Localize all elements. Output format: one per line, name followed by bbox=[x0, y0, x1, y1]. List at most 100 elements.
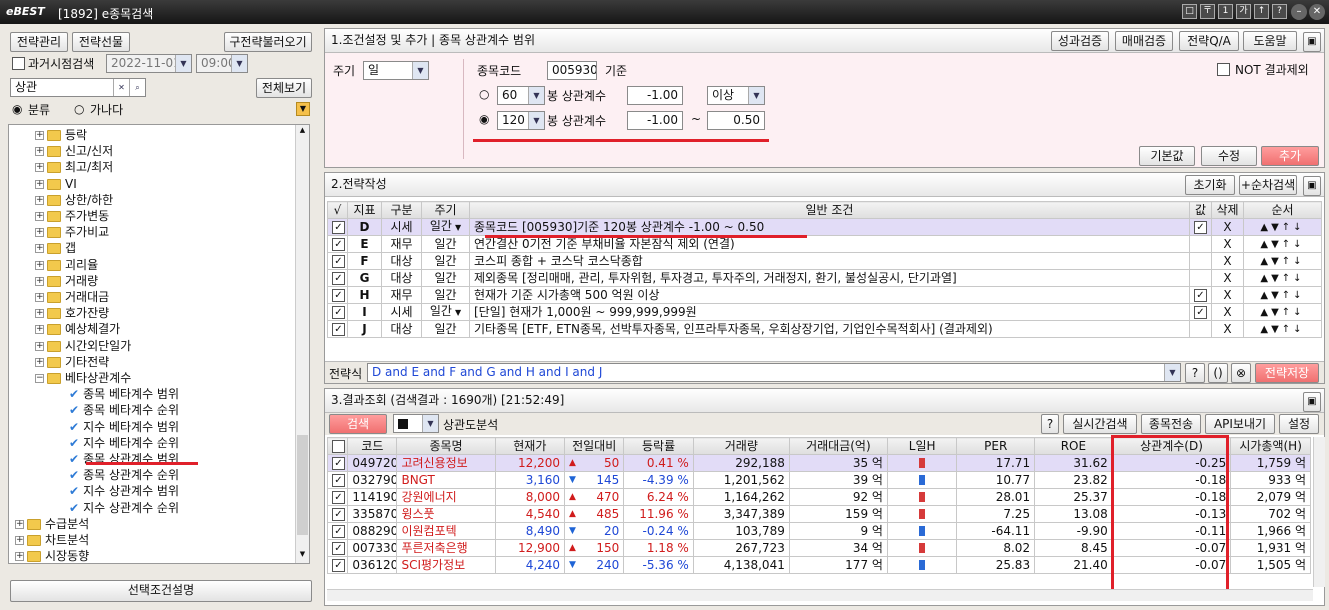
value-cell[interactable] bbox=[1189, 235, 1212, 253]
expand-icon[interactable]: + bbox=[35, 163, 44, 173]
condition-cell[interactable]: 기타종목 [ETF, ETN종목, 선박투자종목, 인프라투자종목, 우회상장기… bbox=[469, 320, 1190, 338]
reset-default-button[interactable]: 기본값 bbox=[1139, 146, 1195, 166]
tree-item[interactable]: + 수급분석 bbox=[15, 516, 89, 532]
condition-cell[interactable]: 제외종목 [정리매매, 관리, 투자위험, 투자경고, 투자주의, 거래정지, … bbox=[469, 269, 1190, 287]
tree-item[interactable]: + 시간외단일가 bbox=[35, 338, 131, 354]
expand-icon[interactable]: ▣ bbox=[1303, 392, 1321, 412]
name-cell[interactable]: 이원컴포텍 bbox=[396, 522, 496, 540]
send-stock-button[interactable]: 종목전송 bbox=[1141, 414, 1201, 434]
scroll-down-icon[interactable]: ▼ bbox=[297, 550, 308, 562]
expand-icon[interactable]: + bbox=[15, 519, 24, 529]
strategy-row[interactable]: ✓ F 대상 일간 코스피 종합 + 코스닥 코스닥종합 X ▲▼↑↓ bbox=[327, 252, 1322, 270]
condition-cell[interactable]: 연간결산 0기전 기준 부채비율 자본잠식 제외 (연결) bbox=[469, 235, 1190, 253]
checkbox[interactable]: ✓ bbox=[332, 490, 345, 504]
formula-help-icon[interactable]: ? bbox=[1185, 363, 1205, 383]
value-cell[interactable] bbox=[1189, 320, 1212, 338]
period-select[interactable]: 일 ▼ bbox=[363, 61, 429, 80]
result-help-icon[interactable]: ? bbox=[1041, 414, 1059, 434]
performance-verify-button[interactable]: 성과검증 bbox=[1051, 31, 1109, 51]
expand-icon[interactable]: + bbox=[35, 131, 44, 140]
expand-icon[interactable]: + bbox=[35, 357, 44, 367]
delete-button[interactable]: X bbox=[1211, 320, 1244, 338]
period-cell[interactable]: 일간 ▼ bbox=[421, 303, 470, 321]
col-change[interactable]: 전일대비 bbox=[564, 437, 625, 455]
old-strategy-load-button[interactable]: 구전략불러오기 bbox=[224, 32, 312, 52]
order-buttons[interactable]: ▲▼↑↓ bbox=[1243, 252, 1322, 270]
help-button[interactable]: ? bbox=[1272, 4, 1287, 19]
tree-item[interactable]: ✔ 지수 상관계수 순위 bbox=[69, 500, 179, 516]
period-cell[interactable]: 일간 bbox=[421, 269, 470, 287]
checkbox[interactable]: ✓ bbox=[332, 271, 345, 285]
name-cell[interactable]: 강원에너지 bbox=[396, 488, 496, 506]
row-checkbox[interactable]: ✓ bbox=[326, 471, 349, 489]
col-name[interactable]: 종목명 bbox=[396, 437, 496, 455]
tree-item[interactable]: ✔ 지수 베타계수 순위 bbox=[69, 435, 179, 451]
not-checkbox[interactable] bbox=[1217, 62, 1230, 76]
date-field[interactable]: 2022-11-01 ▼ bbox=[106, 54, 192, 73]
window-menu-button[interactable]: □ bbox=[1182, 4, 1197, 19]
tree-item[interactable]: + 시장동향 bbox=[15, 548, 89, 563]
name-cell[interactable]: BNGT bbox=[396, 471, 496, 489]
col-code[interactable]: 코드 bbox=[347, 437, 398, 455]
checkbox[interactable]: ✓ bbox=[332, 456, 345, 470]
sequential-search-button[interactable]: +순차검색 bbox=[1239, 175, 1297, 195]
col-amount[interactable]: 거래대금(억) bbox=[788, 437, 888, 455]
tree-item[interactable]: + 신고/신저 bbox=[35, 143, 113, 159]
chevron-down-icon[interactable]: ▼ bbox=[455, 223, 461, 232]
chevron-down-icon[interactable]: ▼ bbox=[748, 87, 764, 104]
value-cell[interactable] bbox=[1189, 252, 1212, 270]
period-cell[interactable]: 일간 bbox=[421, 235, 470, 253]
time-field[interactable]: 09:00 ▼ bbox=[196, 54, 248, 73]
search-icon[interactable]: ⌕ bbox=[129, 79, 145, 96]
help-doc-button[interactable]: 도움말 bbox=[1243, 31, 1297, 51]
condition-description-button[interactable]: 선택조건설명 bbox=[10, 580, 312, 602]
trade-verify-button[interactable]: 매매검증 bbox=[1115, 31, 1173, 51]
row1-value-stepper[interactable]: -1.00 bbox=[627, 86, 683, 105]
delete-button[interactable]: X bbox=[1211, 286, 1244, 304]
strategy-row[interactable]: ✓ G 대상 일간 제외종목 [정리매매, 관리, 투자위험, 투자경고, 투자주의, … bbox=[327, 269, 1322, 287]
save-strategy-button[interactable]: 전략저장 bbox=[1255, 363, 1319, 383]
font-size-button[interactable]: 가 bbox=[1236, 4, 1251, 19]
order-buttons[interactable]: ▲▼↑↓ bbox=[1243, 286, 1322, 304]
period-cell[interactable]: 일간 ▼ bbox=[421, 218, 470, 236]
chevron-down-icon[interactable]: ▼ bbox=[412, 62, 428, 79]
tree-item[interactable]: ✔ 지수 상관계수 범위 bbox=[69, 483, 179, 499]
tree-item[interactable]: ✔ 지수 베타계수 범위 bbox=[69, 419, 179, 435]
strategy-row[interactable]: ✓ D 시세 일간 ▼ 종목코드 [005930]기준 120봉 상관계수 -1.00 ~… bbox=[327, 218, 1322, 236]
delete-button[interactable]: X bbox=[1211, 303, 1244, 321]
row-checkbox[interactable]: ✓ bbox=[326, 454, 349, 472]
row2-radio[interactable]: ◉ bbox=[479, 112, 489, 126]
expand-icon[interactable]: + bbox=[35, 341, 44, 351]
expand-icon[interactable]: ▣ bbox=[1303, 32, 1321, 52]
checkbox[interactable]: ✓ bbox=[332, 524, 345, 538]
tree-item[interactable]: + 차트분석 bbox=[15, 532, 89, 548]
order-buttons[interactable]: ▲▼↑↓ bbox=[1243, 235, 1322, 253]
col-select[interactable] bbox=[326, 437, 349, 455]
row-checkbox[interactable]: ✓ bbox=[327, 303, 348, 321]
col-rate[interactable]: 등락률 bbox=[623, 437, 694, 455]
checkbox[interactable]: ✓ bbox=[332, 305, 345, 319]
collapse-icon[interactable]: − bbox=[35, 374, 44, 383]
order-buttons[interactable]: ▲▼↑↓ bbox=[1243, 269, 1322, 287]
checkbox[interactable]: ✓ bbox=[332, 254, 345, 268]
row1-radio[interactable]: ○ bbox=[479, 87, 489, 101]
row-checkbox[interactable]: ✓ bbox=[327, 252, 348, 270]
tree-item[interactable]: + 기타전략 bbox=[35, 354, 109, 370]
checkbox[interactable]: ✓ bbox=[332, 220, 345, 234]
expand-icon[interactable]: + bbox=[35, 195, 44, 205]
row-checkbox[interactable]: ✓ bbox=[327, 286, 348, 304]
condition-cell[interactable]: 종목코드 [005930]기준 120봉 상관계수 -1.00 ~ 0.50 bbox=[469, 218, 1190, 236]
strategy-manage-tab[interactable]: 전략관리 bbox=[10, 32, 68, 52]
order-buttons[interactable]: ▲▼↑↓ bbox=[1243, 320, 1322, 338]
expand-icon[interactable]: ▣ bbox=[1303, 176, 1321, 196]
checkbox[interactable]: ✓ bbox=[332, 541, 345, 555]
name-cell[interactable]: SCI평가정보 bbox=[396, 556, 496, 574]
row-checkbox[interactable]: ✓ bbox=[327, 218, 348, 236]
row-checkbox[interactable]: ✓ bbox=[326, 505, 349, 523]
expand-icon[interactable]: + bbox=[35, 260, 44, 270]
parenthesis-icon[interactable]: () bbox=[1208, 363, 1228, 383]
row-checkbox[interactable]: ✓ bbox=[326, 539, 349, 557]
chevron-down-icon[interactable]: ▼ bbox=[528, 87, 544, 104]
checkbox[interactable]: ✓ bbox=[332, 558, 345, 572]
name-cell[interactable]: 윙스풋 bbox=[396, 505, 496, 523]
